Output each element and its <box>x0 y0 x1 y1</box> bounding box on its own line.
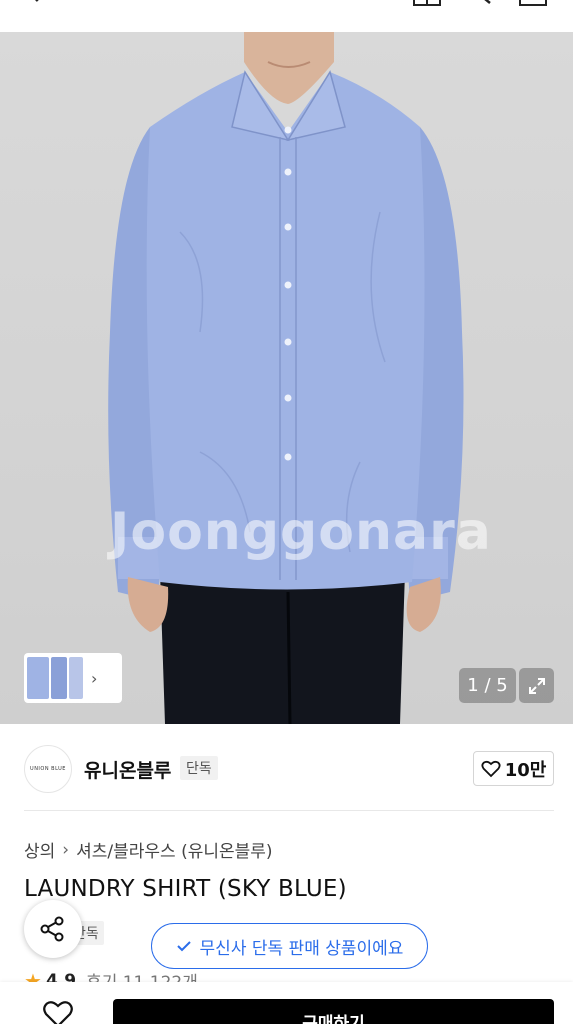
chevron-right-icon: › <box>62 839 70 860</box>
divider <box>24 810 554 811</box>
model-photo <box>108 32 464 724</box>
brand-logo[interactable]: UNION BLUE <box>24 745 72 793</box>
chevron-right-icon[interactable]: › <box>91 669 97 688</box>
heart-icon <box>481 760 501 777</box>
thumbnail-strip[interactable]: › <box>24 653 122 703</box>
home-icon[interactable] <box>412 0 442 8</box>
product-title: LAUNDRY SHIRT (SKY BLUE) <box>24 876 347 902</box>
product-image[interactable]: Joonggonara › 1 / 5 <box>0 32 573 724</box>
buy-button[interactable]: 구매하기 <box>113 999 554 1024</box>
watermark: Joonggonara <box>110 502 492 562</box>
image-counter: 1 / 5 <box>459 668 516 703</box>
thumbnail-3[interactable] <box>69 657 83 699</box>
product-page: Joonggonara › 1 / 5 UNION BLUE 유니온블루 단독 … <box>0 0 573 1024</box>
cart-icon[interactable] <box>518 0 548 8</box>
heart-icon[interactable] <box>42 1000 74 1024</box>
breadcrumb-item[interactable]: 셔츠/블라우스 (유니온블루) <box>76 837 272 862</box>
thumbnail-2[interactable] <box>51 657 67 699</box>
search-icon[interactable] <box>470 0 500 8</box>
exclusive-badge: 단독 <box>180 756 218 780</box>
brand-like-button[interactable]: 10만 <box>473 751 554 786</box>
exclusive-notice: 무신사 단독 판매 상품이에요 <box>151 923 428 969</box>
share-icon <box>40 916 64 942</box>
brand-row: UNION BLUE 유니온블루 단독 10만 <box>0 724 573 810</box>
breadcrumb: 상의 › 셔츠/블라우스 (유니온블루) <box>24 837 273 863</box>
brand-name[interactable]: 유니온블루 <box>84 756 171 783</box>
check-icon <box>176 941 191 952</box>
top-bar <box>0 0 573 32</box>
exclusive-notice-text: 무신사 단독 판매 상품이에요 <box>199 938 404 959</box>
bottom-action-bar: 구매하기 <box>0 982 573 1024</box>
breadcrumb-item[interactable]: 상의 <box>24 837 55 862</box>
share-button[interactable] <box>24 900 82 958</box>
like-count: 10만 <box>504 759 547 781</box>
expand-icon[interactable] <box>519 668 554 703</box>
thumbnail-1[interactable] <box>27 657 49 699</box>
back-icon[interactable] <box>28 0 58 8</box>
